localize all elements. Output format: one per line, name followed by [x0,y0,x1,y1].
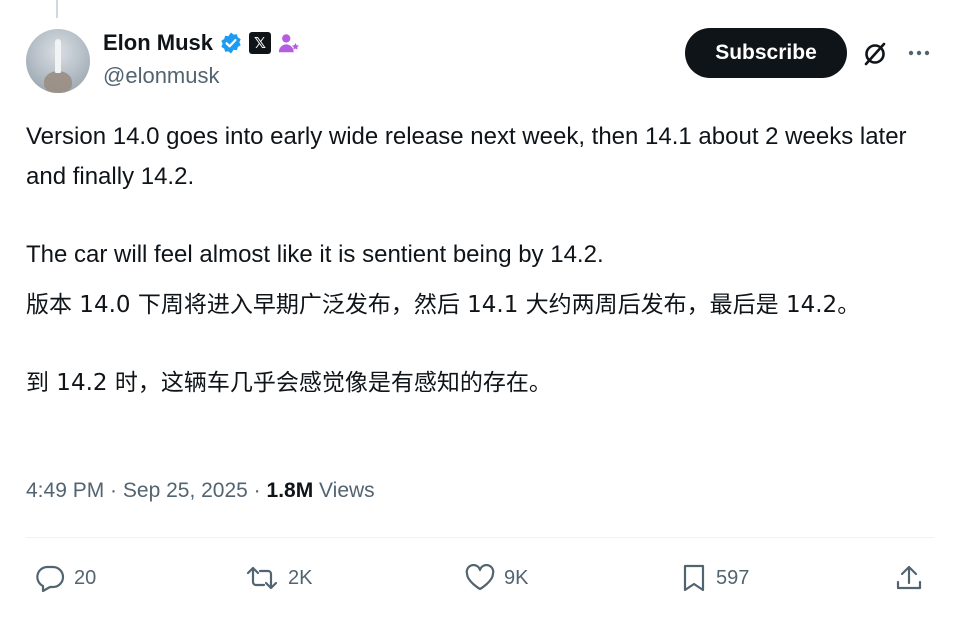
verified-badge-icon[interactable] [219,31,243,55]
like-count: 9K [504,566,529,589]
reply-count: 20 [74,566,97,589]
thread-connector-line [56,0,58,18]
tweet-time[interactable]: 4:49 PM [26,479,104,502]
reply-icon [34,564,66,592]
author-name[interactable]: Elon Musk [103,30,213,56]
action-bar: 20 2K 9K 597 [26,556,934,600]
reply-button[interactable]: 20 [34,556,96,600]
tweet-paragraph-2: The car will feel almost like it is sent… [26,241,604,268]
views-count[interactable]: 1.8M [267,479,314,502]
tweet-paragraph-1: Version 14.0 goes into early wide releas… [26,123,907,190]
person-sparkle-icon[interactable] [277,31,301,55]
author-name-row: Elon Musk 𝕏 [103,27,301,59]
tweet-paragraph-4: 到 14.2 时，这辆车几乎会感觉像是有感知的存在。 [26,370,552,396]
meta-separator: · [104,479,123,502]
repost-button[interactable]: 2K [244,556,312,600]
avatar-smoke-plume [44,71,72,93]
tweet-meta: 4:49 PM · Sep 25, 2025 · 1.8M Views [26,479,375,503]
tweet-text: Version 14.0 goes into early wide releas… [26,117,926,403]
repost-count: 2K [288,566,313,589]
tweet-date[interactable]: Sep 25, 2025 [123,479,248,502]
subscribe-button[interactable]: Subscribe [685,28,847,78]
grok-icon[interactable] [862,41,888,67]
bookmark-button[interactable]: 597 [680,556,749,600]
author-handle[interactable]: @elonmusk [103,63,220,89]
bookmark-icon [680,563,708,593]
tweet-paragraph-3: 版本 14.0 下周将进入早期广泛发布，然后 14.1 大约两周后发布，最后是 … [26,292,861,318]
x-logo-badge-icon[interactable]: 𝕏 [249,32,272,54]
share-icon [894,563,924,593]
meta-separator: · [247,479,267,502]
avatar-rocket [55,39,61,73]
divider [26,537,934,538]
more-options-icon[interactable] [906,42,932,64]
views-label: Views [319,479,375,502]
avatar[interactable] [26,29,90,93]
heart-icon [464,564,496,592]
share-button[interactable] [894,556,924,600]
repost-icon [244,564,280,592]
like-button[interactable]: 9K [464,556,528,600]
bookmark-count: 597 [716,566,750,589]
